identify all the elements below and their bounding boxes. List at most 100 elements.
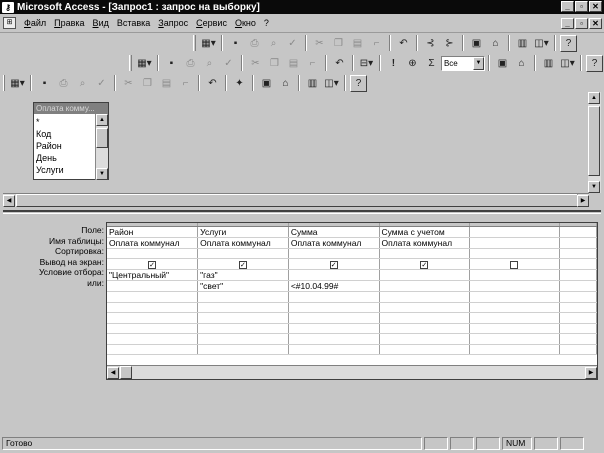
criteria-cell[interactable]: "Центральный" [107,269,199,281]
qbe-hscrollbar[interactable]: ◀ ▶ [107,365,597,379]
save-icon[interactable]: ▪ [36,75,53,92]
scroll-right-icon[interactable]: ▶ [577,194,589,207]
empty-cell[interactable] [197,291,289,303]
empty-cell[interactable] [559,323,597,334]
sort-cell[interactable] [379,248,471,259]
field-list-item[interactable]: День [36,152,94,164]
scroll-down-icon[interactable]: ▼ [96,168,108,180]
empty-cell[interactable] [559,291,597,303]
field-cell[interactable]: Сумма [288,226,380,238]
empty-cell[interactable] [288,291,380,303]
doc-minimize-button[interactable]: _ [561,18,574,29]
copy-icon[interactable]: ❐ [266,55,283,72]
criteria-cell[interactable] [379,269,471,281]
cut-icon[interactable]: ✂ [247,55,264,72]
menu-file[interactable]: Файл [20,18,50,28]
pane-splitter[interactable] [3,210,601,214]
print-icon[interactable]: ⎙ [246,35,263,52]
empty-cell[interactable] [559,302,597,313]
properties-icon[interactable]: ▣ [494,55,511,72]
empty-cell[interactable] [379,344,471,355]
empty-cell[interactable] [379,312,471,324]
table-pane-hscrollbar[interactable]: ◀ ▶ [3,193,589,207]
sort-cell[interactable] [197,248,289,259]
spelling-icon[interactable]: ✓ [284,35,301,52]
criteria-cell[interactable] [559,269,597,281]
top-values-combo[interactable]: Все ▼ [440,55,485,71]
empty-cell[interactable] [197,323,289,334]
new-object-icon[interactable]: ◫▾ [533,35,550,52]
scroll-left-icon[interactable]: ◀ [3,194,15,207]
criteria-cell[interactable]: "газ" [197,269,289,281]
empty-cell[interactable] [379,323,471,334]
field-list-window[interactable]: Оплата комму... * Код Район День Услуги … [33,102,109,180]
criteria-cell[interactable] [469,269,560,281]
empty-cell[interactable] [197,333,289,345]
help-icon[interactable]: ? [350,74,367,92]
menu-window[interactable]: Окно [231,18,260,28]
field-cell[interactable]: Услуги [197,226,289,238]
sort-cell[interactable] [288,248,380,259]
print-preview-icon[interactable]: ⌕ [201,55,218,72]
scroll-left-icon[interactable]: ◀ [107,366,119,379]
criteria-cell[interactable] [288,269,380,281]
empty-cell[interactable] [288,323,380,334]
menu-insert[interactable]: Вставка [113,18,154,28]
new-object-icon[interactable]: ◫▾ [323,75,340,92]
field-list-scrollbar[interactable]: ▲ ▼ [95,114,108,180]
paste-icon[interactable]: ▤ [158,75,175,92]
save-icon[interactable]: ▪ [227,35,244,52]
view-icon[interactable]: ▦▾ [9,75,26,92]
scroll-up-icon[interactable]: ▲ [96,114,108,126]
scroll-thumb[interactable] [96,128,108,148]
table-cell[interactable]: Оплата коммунал [197,237,289,249]
scroll-thumb[interactable] [588,106,600,176]
copy-icon[interactable]: ❐ [330,35,347,52]
scroll-thumb[interactable] [16,194,578,207]
empty-cell[interactable] [288,333,380,345]
sort-cell[interactable] [559,248,597,259]
menu-view[interactable]: Вид [89,18,113,28]
print-preview-icon[interactable]: ⌕ [265,35,282,52]
show-checkbox[interactable]: ✓ [329,260,338,269]
or-cell[interactable]: <#10.04.99# [288,280,380,292]
menu-tools[interactable]: Сервис [192,18,231,28]
field-list-item[interactable]: Код [36,128,94,140]
empty-cell[interactable] [469,344,560,355]
restore-button[interactable]: ▫ [575,1,588,12]
scroll-down-icon[interactable]: ▼ [588,181,600,193]
print-preview-icon[interactable]: ⌕ [74,75,91,92]
empty-cell[interactable] [197,302,289,313]
table-cell[interactable]: Оплата коммунал [288,237,380,249]
query-type-icon[interactable]: ⊟▾ [358,55,375,72]
help-icon[interactable]: ? [560,34,577,52]
field-cell[interactable] [469,226,560,238]
or-cell[interactable]: "свет" [197,280,289,292]
view-icon[interactable]: ▦▾ [136,55,153,72]
copy-icon[interactable]: ❐ [139,75,156,92]
sort-cell[interactable] [107,248,199,259]
show-table-icon[interactable]: ⊕ [404,55,421,72]
database-window-icon[interactable]: ▥ [540,55,557,72]
empty-cell[interactable] [559,312,597,324]
build-icon[interactable]: ⌂ [277,75,294,92]
field-cell[interactable] [559,226,597,238]
cut-icon[interactable]: ✂ [311,35,328,52]
insert-rows-icon[interactable]: ⊰ [422,35,439,52]
table-cell[interactable]: Оплата коммунал [379,237,471,249]
empty-cell[interactable] [288,344,380,355]
qbe-grid[interactable]: Район Услуги Сумма Сумма с учетом Оплата… [106,222,598,380]
menu-help[interactable]: ? [260,18,273,28]
undo-icon[interactable]: ↶ [204,75,221,92]
insert-columns-icon[interactable]: ⊱ [441,35,458,52]
doc-close-button[interactable]: ✕ [589,18,602,29]
totals-icon[interactable]: Σ [423,55,440,72]
undo-icon[interactable]: ↶ [331,55,348,72]
paste-icon[interactable]: ▤ [349,35,366,52]
empty-cell[interactable] [288,302,380,313]
format-painter-icon[interactable]: ⌐ [304,55,321,72]
table-cell[interactable]: Оплата коммунал [107,237,199,249]
run-icon[interactable]: ! [385,55,402,72]
empty-cell[interactable] [107,302,199,313]
code-icon[interactable]: ✦ [231,75,248,92]
